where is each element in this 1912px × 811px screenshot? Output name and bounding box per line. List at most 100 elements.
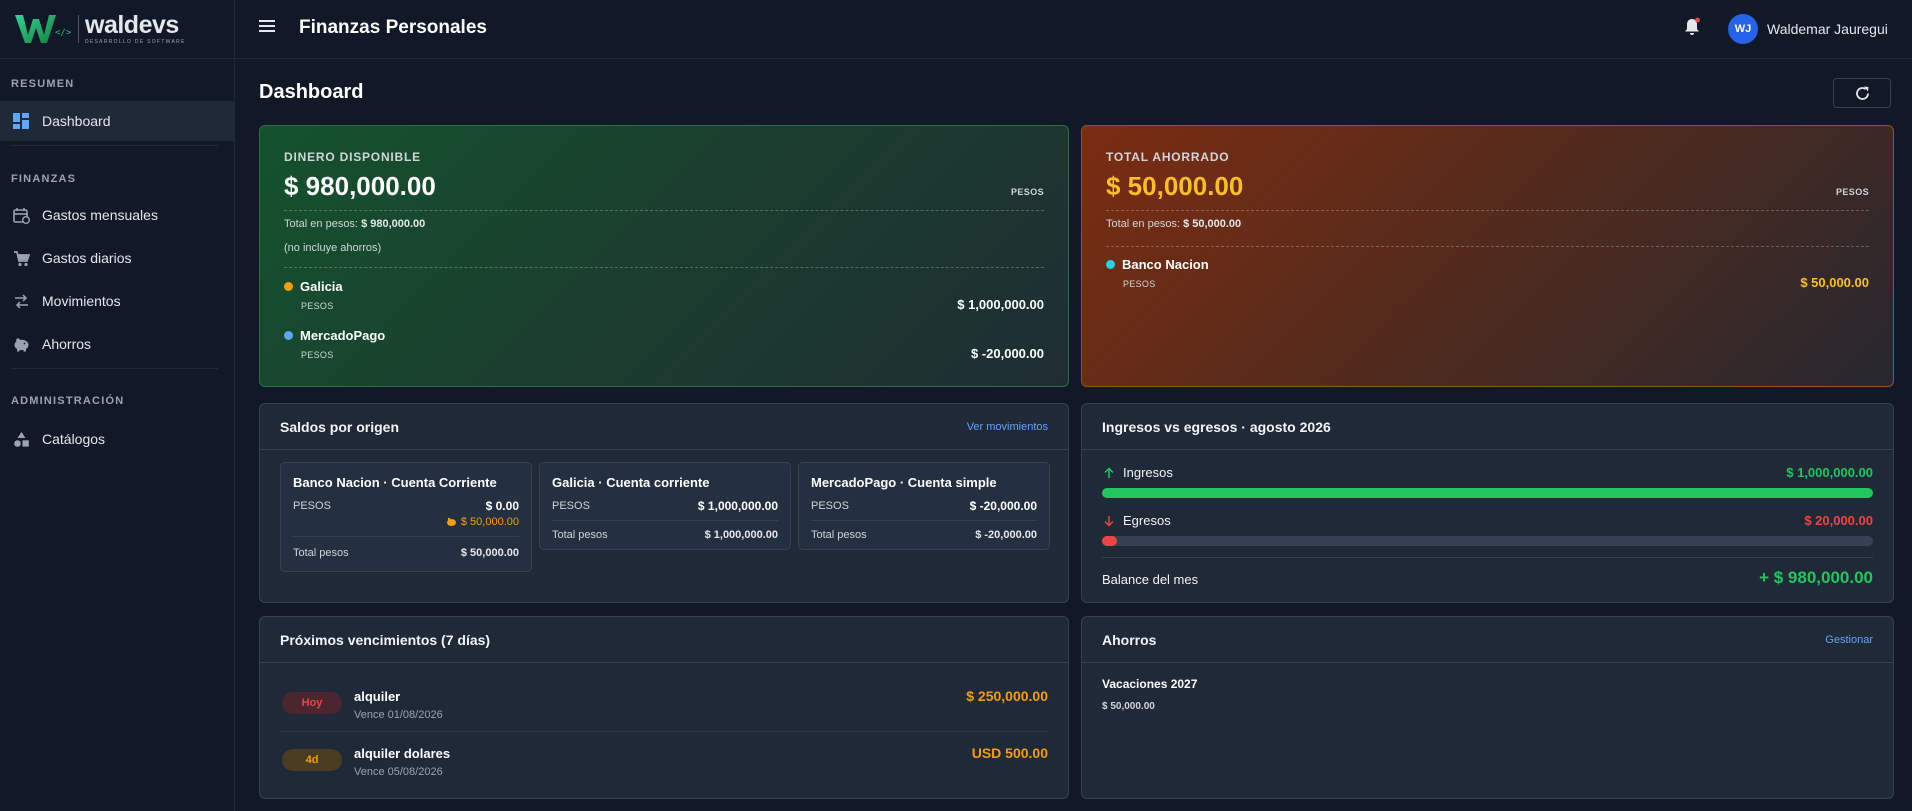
account-name: MercadoPago (300, 328, 386, 343)
balance-value: + $ 980,000.00 (1759, 568, 1873, 587)
dashed-divider (1106, 210, 1869, 211)
piggy-bank-icon (12, 335, 30, 353)
cart-icon (12, 249, 30, 267)
account-value: $ 1,000,000.00 (957, 297, 1044, 312)
expense-bar-fill (1102, 536, 1118, 546)
arrow-down-icon (1104, 515, 1114, 527)
savings-card: Ahorros Gestionar Vacaciones 2027 $ 50,0… (1081, 616, 1894, 799)
due-date: Vence 01/08/2026 (354, 709, 443, 721)
account-name: Galicia (300, 279, 343, 294)
due-date: Vence 05/08/2026 (354, 766, 443, 778)
dashboard-icon (12, 112, 30, 130)
sidebar-item-gastos-diarios[interactable]: Gastos diarios (0, 238, 234, 278)
card-label: TOTAL AHORRADO (1106, 150, 1230, 164)
due-divider (280, 731, 1048, 732)
origin-total-value: $ 50,000.00 (460, 547, 519, 559)
savings-goal-name[interactable]: Vacaciones 2027 (1102, 677, 1197, 691)
origin-card[interactable]: Galicia · Cuenta corriente PESOS $ 1,000… (539, 462, 791, 550)
origin-savings: $ 50,000.00 (446, 516, 519, 528)
calendar-icon (12, 206, 30, 224)
account-name: Banco Nacion (1122, 257, 1209, 272)
sidebar-item-catalogos[interactable]: Catálogos (0, 419, 234, 459)
income-vs-expenses-card: Ingresos vs egresos · agosto 2026 Ingres… (1081, 403, 1894, 603)
due-name: alquiler dolares (354, 746, 451, 761)
sidebar-item-label: Catálogos (42, 431, 106, 447)
menu-icon[interactable] (259, 20, 275, 34)
account-currency: PESOS (301, 301, 334, 311)
account-dot (284, 331, 293, 340)
account-value: $ -20,000.00 (970, 346, 1044, 361)
dashed-divider (1106, 246, 1869, 247)
svg-text:</>: </> (55, 28, 72, 38)
sidebar-item-label: Movimientos (42, 293, 121, 309)
origin-currency: PESOS (811, 500, 849, 512)
sidebar-item-dashboard[interactable]: Dashboard (0, 101, 234, 141)
origin-total-value: $ -20,000.00 (975, 529, 1037, 541)
expense-bar (1102, 536, 1873, 546)
due-name: alquiler (354, 689, 401, 704)
sidebar-item-label: Gastos mensuales (42, 207, 158, 223)
expense-value: $ 20,000.00 (1804, 513, 1873, 528)
swap-icon (12, 292, 30, 310)
user-avatar[interactable]: WJ (1728, 14, 1758, 44)
brand-tagline: DESARROLLO DE SOFTWARE (85, 39, 186, 45)
balances-by-origin-card: Saldos por origen Ver movimientos Banco … (259, 403, 1069, 603)
arrow-up-icon (1104, 466, 1114, 478)
account-row: Galicia PESOS $ 1,000,000.00 (284, 279, 1044, 319)
page-title: Dashboard (259, 81, 364, 103)
available-amount: $ 980,000.00 (284, 171, 436, 201)
sidebar-item-ahorros[interactable]: Ahorros (0, 324, 234, 364)
origin-value: $ 1,000,000.00 (697, 499, 778, 513)
expense-label: Egresos (1102, 513, 1171, 528)
origin-title: Galicia · Cuenta corriente (552, 475, 710, 490)
notifications-bell-icon[interactable] (1683, 17, 1701, 37)
origin-card[interactable]: MercadoPago · Cuenta simple PESOS $ -20,… (798, 462, 1050, 550)
account-row: MercadoPago PESOS $ -20,000.00 (284, 328, 1044, 368)
origin-currency: PESOS (293, 500, 331, 512)
due-amount: USD 500.00 (971, 745, 1048, 761)
origin-total-label: Total pesos (552, 529, 608, 541)
account-dot (284, 282, 293, 291)
origin-title: Banco Nacion · Cuenta Corriente (293, 475, 497, 490)
sidebar-item-gastos-mensuales[interactable]: Gastos mensuales (0, 195, 234, 235)
account-row: Banco Nacion PESOS $ 50,000.00 (1106, 257, 1869, 297)
account-dot (1106, 260, 1115, 269)
logo-divider (78, 15, 79, 43)
dashed-divider (284, 210, 1044, 211)
card-label: DINERO DISPONIBLE (284, 150, 421, 164)
origin-divider (811, 520, 1037, 521)
origin-divider (293, 536, 519, 537)
due-item[interactable]: 4d alquiler dolares Vence 05/08/2026 USD… (280, 736, 1048, 793)
saved-amount: $ 50,000.00 (1106, 171, 1244, 201)
refresh-button[interactable] (1833, 78, 1891, 108)
origin-value: $ -20,000.00 (969, 499, 1037, 513)
manage-savings-link[interactable]: Gestionar (1825, 634, 1873, 646)
sidebar-item-movimientos[interactable]: Movimientos (0, 281, 234, 321)
origin-total-value: $ 1,000,000.00 (704, 529, 778, 541)
user-name[interactable]: Waldemar Jauregui (1767, 21, 1888, 37)
card-title: Ahorros (1102, 632, 1157, 648)
brand-logo[interactable]: </> waldevs DESARROLLO DE SOFTWARE (0, 0, 234, 59)
waldevs-logo-icon: </> (15, 15, 72, 43)
available-money-card: DINERO DISPONIBLE $ 980,000.00 PESOS Tot… (259, 125, 1069, 387)
origin-value: $ 0.00 (485, 499, 519, 513)
origin-card[interactable]: Banco Nacion · Cuenta Corriente PESOS $ … (280, 462, 532, 572)
due-item[interactable]: Hoy alquiler Vence 01/08/2026 $ 250,000.… (280, 679, 1048, 736)
view-movements-link[interactable]: Ver movimientos (967, 421, 1048, 433)
app-title: Finanzas Personales (299, 17, 487, 38)
card-title: Saldos por origen (280, 419, 400, 435)
origin-total-label: Total pesos (811, 529, 867, 541)
piggy-bank-icon (446, 517, 456, 526)
section-label-finanzas: FINANZAS (11, 173, 77, 185)
balance-label: Balance del mes (1102, 572, 1199, 587)
sidebar: </> waldevs DESARROLLO DE SOFTWARE RESUM… (0, 0, 235, 811)
topbar: Finanzas Personales WJ Waldemar Jauregui (235, 0, 1912, 59)
section-label-administracion: ADMINISTRACIÓN (11, 395, 125, 407)
account-currency: PESOS (301, 350, 334, 360)
sidebar-item-label: Gastos diarios (42, 250, 132, 266)
origin-total-label: Total pesos (293, 547, 349, 559)
catalog-icon (12, 430, 30, 448)
account-value: $ 50,000.00 (1800, 275, 1869, 290)
dashed-divider (284, 267, 1044, 268)
section-label-resumen: RESUMEN (11, 78, 75, 90)
